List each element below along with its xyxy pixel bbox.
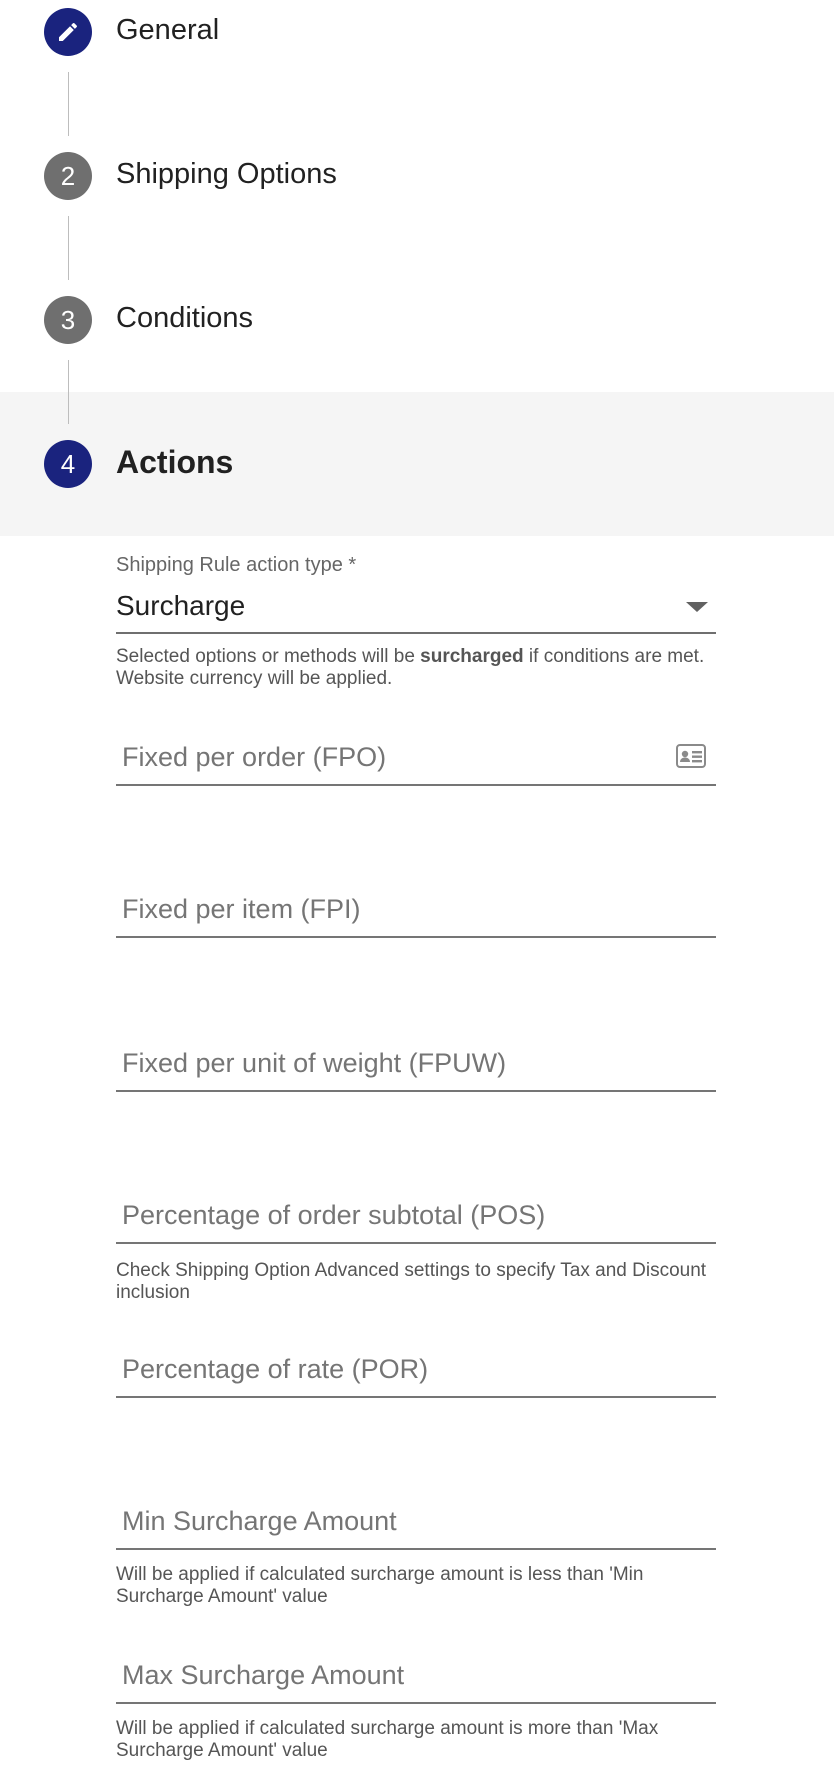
fpi-input[interactable] (116, 884, 682, 934)
action-type-hint: Selected options or methods will be surc… (116, 646, 716, 690)
step-connector (68, 360, 69, 424)
fpuw-field (116, 1038, 716, 1092)
max-surcharge-hint: Will be applied if calculated surcharge … (116, 1718, 659, 1761)
fpi-field (116, 884, 716, 938)
pos-input[interactable] (116, 1190, 682, 1240)
fpo-field (116, 732, 716, 786)
por-field (116, 1344, 716, 1398)
pos-hint: Check Shipping Option Advanced settings … (116, 1260, 707, 1303)
fpuw-input[interactable] (116, 1038, 682, 1088)
step-label-conditions: Conditions (116, 302, 254, 334)
step-label-shipping-options: Shipping Options (116, 158, 337, 190)
step-connector (68, 72, 69, 136)
step-connector (68, 216, 69, 280)
pos-field (116, 1190, 716, 1244)
step-label-actions: Actions (116, 444, 234, 480)
contact-card-icon[interactable] (676, 744, 706, 768)
hint-bold-text: surcharged (420, 646, 524, 667)
step-number-4: 4 (44, 440, 92, 488)
step-actions[interactable]: 4 Actions (0, 392, 834, 536)
dropdown-arrow-icon (686, 602, 708, 612)
action-type-value: Surcharge (116, 590, 246, 621)
step-general[interactable]: General (0, 0, 834, 144)
hint-text: Selected options or methods will be (116, 646, 421, 667)
action-type-select[interactable]: Surcharge (116, 584, 716, 634)
fpo-input[interactable] (116, 732, 682, 782)
max-surcharge-input[interactable] (116, 1650, 682, 1700)
pencil-icon (59, 22, 78, 41)
max-surcharge-field (116, 1650, 716, 1704)
step-shipping-options[interactable]: 2 Shipping Options (0, 144, 834, 288)
step-label-general: General (116, 14, 220, 46)
action-type-label: Shipping Rule action type * (116, 554, 357, 576)
step-number-3: 3 (44, 296, 92, 344)
action-type-field: Shipping Rule action type * (116, 554, 716, 577)
min-surcharge-hint: Will be applied if calculated surcharge … (116, 1564, 644, 1607)
por-input[interactable] (116, 1344, 682, 1394)
step-general-circle (44, 8, 92, 56)
min-surcharge-field (116, 1496, 716, 1550)
step-number-2: 2 (44, 152, 92, 200)
min-surcharge-input[interactable] (116, 1496, 682, 1546)
